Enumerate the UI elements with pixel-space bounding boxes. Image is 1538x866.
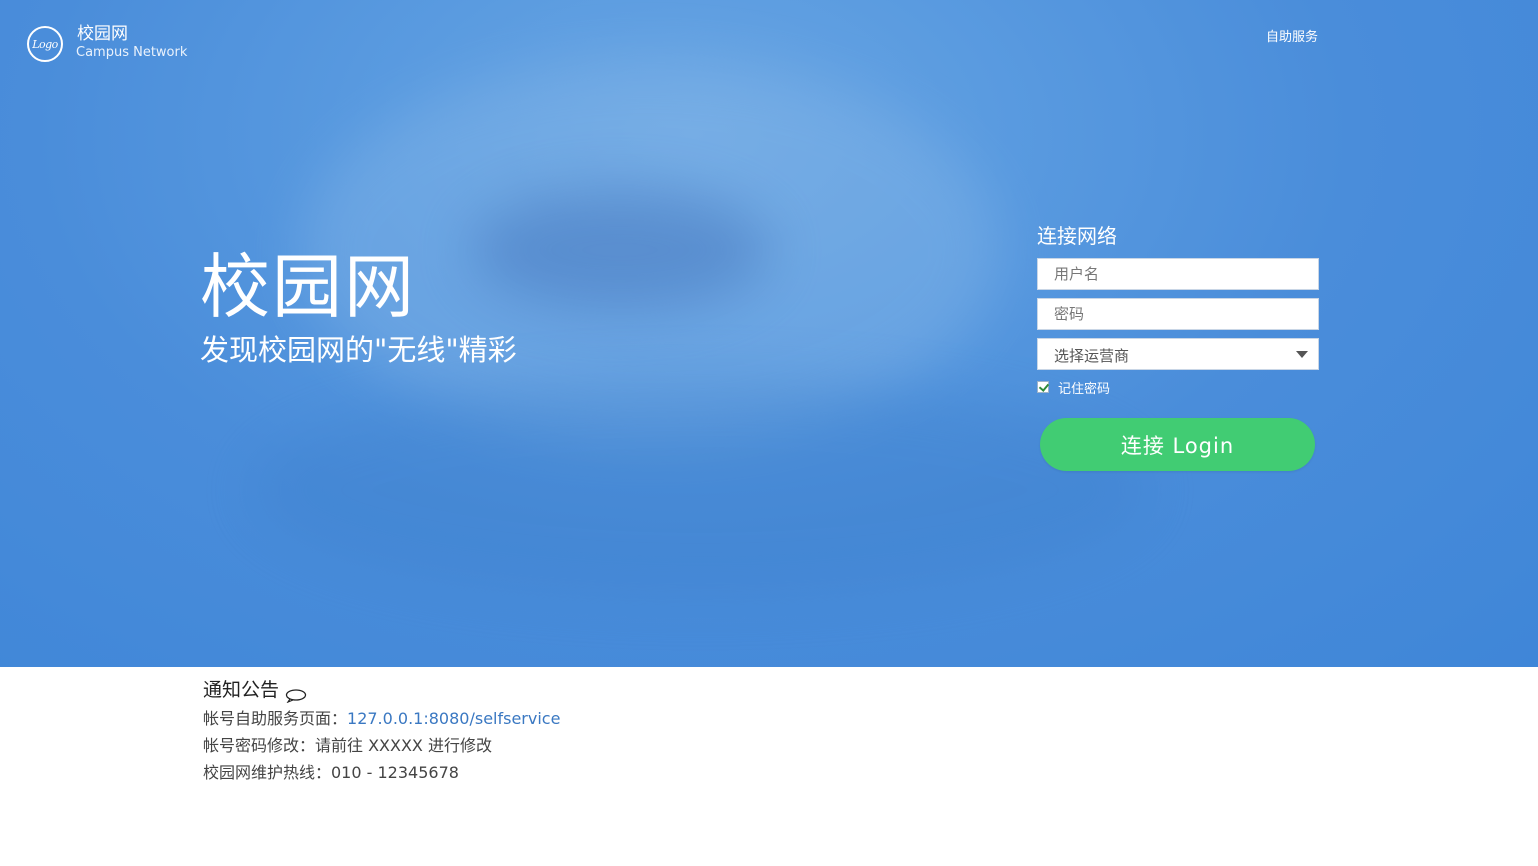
hero-banner: Logo 校园网 Campus Network 自助服务 校园网 发现校园网的"… — [0, 0, 1538, 667]
carrier-select[interactable]: 选择运营商 — [1037, 338, 1319, 370]
background-blur — [470, 190, 770, 310]
notice-selfservice-label: 帐号自助服务页面： — [203, 709, 348, 728]
remember-label: 记住密码 — [1058, 381, 1111, 397]
username-input[interactable] — [1037, 258, 1319, 290]
logo-icon: Logo — [27, 26, 63, 62]
notice-title-text: 通知公告 — [203, 679, 280, 701]
remember-checkbox[interactable] — [1037, 381, 1049, 393]
selfservice-url-link[interactable]: 127.0.0.1:8080/selfservice — [347, 709, 560, 728]
notice-section: 通知公告 帐号自助服务页面：127.0.0.1:8080/selfservice… — [0, 667, 1538, 866]
comment-icon — [285, 684, 307, 704]
brand-subtitle: Campus Network — [76, 45, 188, 60]
remember-password[interactable]: 记住密码 — [1037, 379, 1111, 397]
selfservice-link[interactable]: 自助服务 — [1266, 26, 1318, 45]
chevron-down-icon — [1296, 351, 1308, 358]
password-input[interactable] — [1037, 298, 1319, 330]
hero-slogan: 发现校园网的"无线"精彩 — [200, 333, 517, 367]
logo-text: Logo — [32, 37, 58, 51]
login-button[interactable]: 连接 Login — [1040, 418, 1315, 471]
notice-password-change: 帐号密码修改：请前往 XXXXX 进行修改 — [203, 736, 492, 755]
carrier-select-value: 选择运营商 — [1054, 347, 1130, 365]
notice-hotline: 校园网维护热线：010 - 12345678 — [203, 763, 459, 782]
brand-name: 校园网 — [77, 24, 128, 44]
notice-title: 通知公告 — [203, 677, 307, 704]
login-title: 连接网络 — [1037, 224, 1117, 248]
background-blur — [250, 380, 1150, 600]
hero-title: 校园网 — [200, 246, 416, 328]
notice-selfservice: 帐号自助服务页面：127.0.0.1:8080/selfservice — [203, 708, 560, 730]
